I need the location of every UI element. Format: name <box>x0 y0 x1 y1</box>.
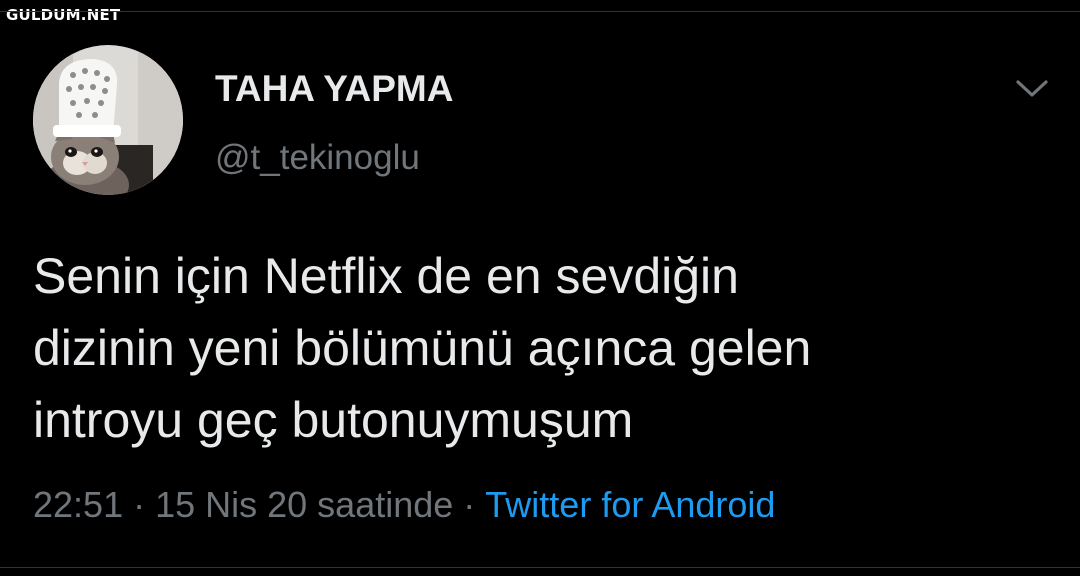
chevron-down-icon[interactable] <box>1014 74 1050 102</box>
tweet-line: Senin için Netflix de en sevdiğin <box>33 248 739 304</box>
author-name[interactable]: TAHA YAPMA <box>215 68 453 110</box>
tweet-source-link[interactable]: Twitter for Android <box>485 484 775 525</box>
author-handle[interactable]: @t_tekinoglu <box>215 138 420 178</box>
top-divider <box>0 11 1080 12</box>
meta-separator: · <box>463 484 476 525</box>
bottom-divider <box>0 567 1080 568</box>
avatar[interactable] <box>33 45 183 195</box>
tweet-line: introyu geç butonuymuşum <box>33 392 634 448</box>
tweet-text: Senin için Netflix de en sevdiğin dizini… <box>33 240 1063 456</box>
avatar-image <box>33 45 183 195</box>
meta-separator: · <box>133 484 146 525</box>
tweet-meta: 22:51 · 15 Nis 20 saatinde · Twitter for And… <box>33 484 775 526</box>
tweet-date[interactable]: 15 Nis 20 saatinde <box>155 484 453 525</box>
tweet-line: dizinin yeni bölümünü açınca gelen <box>33 320 812 376</box>
tweet-time[interactable]: 22:51 <box>33 484 123 525</box>
watermark: GULDUM.NET <box>6 6 121 24</box>
